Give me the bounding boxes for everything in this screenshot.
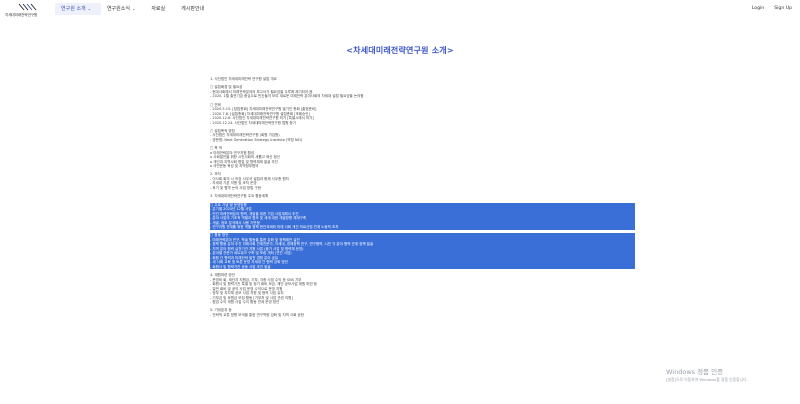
watermark-subtitle: [설정]으로 이동하여 Windows를 정품 인증합니다. (666, 377, 748, 382)
windows-activation-watermark: Windows 정품 인증 [설정]으로 이동하여 Windows를 정품 인증… (666, 366, 748, 383)
signup-link[interactable]: Sign Up (774, 6, 792, 11)
top-navigation-bar: 차세대미래전략연구원 연구원 소개 ⌄ 연구원소식 ⌄ 자료실 게시판안내 Login S… (0, 0, 800, 22)
nav-item-label: 연구원소식 (106, 6, 130, 12)
nav-item-label: 자료실 (151, 6, 166, 12)
nav-item-3[interactable]: 게시판안내 (175, 3, 214, 15)
main-nav: 연구원 소개 ⌄ 연구원소식 ⌄ 자료실 게시판안내 (55, 3, 214, 15)
login-link[interactable]: Login (752, 6, 764, 11)
nav-item-label: 게시판안내 (181, 6, 205, 12)
nav-item-0[interactable]: 연구원 소개 ⌄ (55, 3, 101, 15)
chevron-down-icon: ⌄ (131, 6, 136, 11)
nav-item-1[interactable]: 연구원소식 ⌄ (101, 3, 145, 15)
nav-item-label: 연구원 소개 (61, 6, 86, 12)
auth-links: Login Sign Up (752, 6, 792, 11)
page-title: <차세대미래전략연구원 소개> (346, 46, 454, 55)
site-logo[interactable]: 차세대미래전략연구원 (5, 3, 53, 21)
document-body: 1. 사단법인 차세대미래전략 연구원 설립 개요 □ 설립배경 및 필요성 - 현… (210, 77, 635, 321)
nav-item-2[interactable]: 자료실 (145, 3, 175, 15)
logo-text: 차세대미래전략연구원 (5, 13, 38, 17)
chevron-down-icon: ⌄ (87, 6, 91, 11)
logo-icon (18, 3, 37, 11)
watermark-title: Windows 정품 인증 (666, 368, 724, 376)
